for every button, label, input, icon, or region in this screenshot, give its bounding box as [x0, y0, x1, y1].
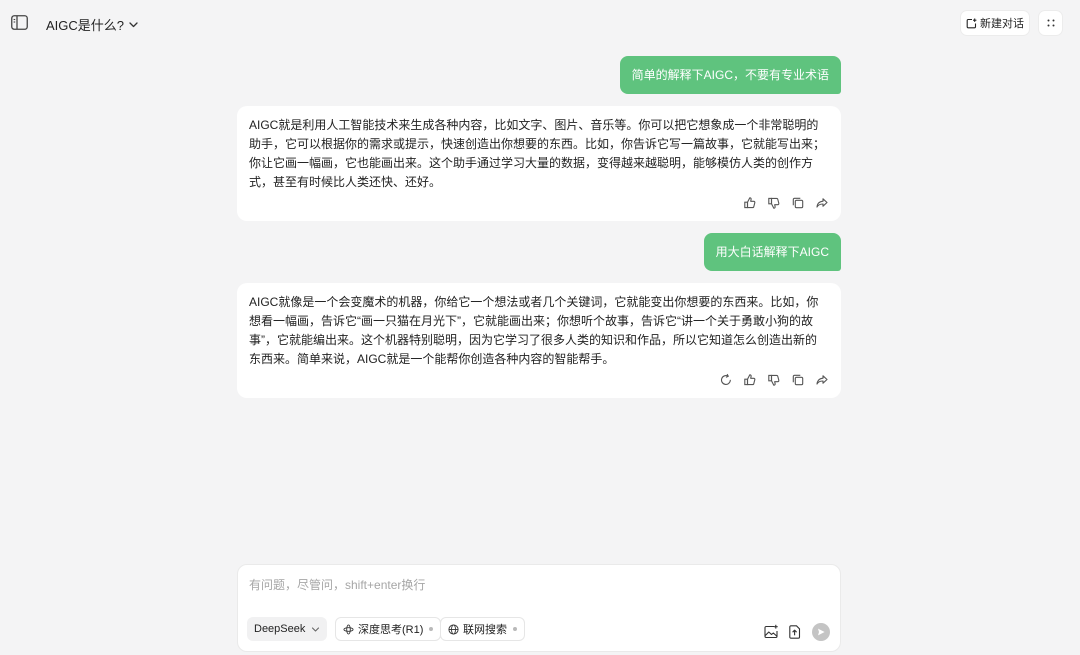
regenerate-icon[interactable] — [719, 373, 733, 387]
file-upload-icon[interactable] — [787, 624, 803, 640]
user-message: 用大白话解释下AIGC — [703, 233, 841, 271]
image-upload-icon[interactable] — [763, 624, 779, 640]
grid-dots-icon — [1047, 19, 1054, 27]
message-actions — [719, 373, 829, 387]
share-icon[interactable] — [815, 373, 829, 387]
globe-icon — [448, 623, 459, 635]
assistant-message-card: AIGC就像是一个会变魔术的机器，你给它一个想法或者几个关键词，它就能变出你想要… — [237, 283, 841, 398]
web-search-toggle[interactable]: 联网搜索 — [440, 617, 525, 641]
model-selector[interactable]: DeepSeek — [247, 617, 327, 641]
thumbs-up-icon[interactable] — [743, 373, 757, 387]
deep-think-toggle[interactable]: 深度思考(R1) — [335, 617, 442, 641]
send-button[interactable] — [812, 623, 830, 641]
conversation-title[interactable]: AIGC是什么? — [46, 15, 124, 34]
assistant-message-text: AIGC就像是一个会变魔术的机器，你给它一个想法或者几个关键词，它就能变出你想要… — [249, 295, 819, 366]
web-search-label: 联网搜索 — [463, 624, 507, 636]
thumbs-down-icon[interactable] — [767, 373, 781, 387]
assistant-message-card: AIGC就是利用人工智能技术来生成各种内容，比如文字、图片、音乐等。你可以把它想… — [237, 106, 841, 221]
new-chat-label: 新建对话 — [980, 18, 1024, 30]
send-icon — [818, 628, 825, 636]
copy-icon[interactable] — [791, 196, 805, 210]
share-icon[interactable] — [815, 196, 829, 210]
model-label: DeepSeek — [254, 623, 306, 635]
message-composer: DeepSeek 深度思考(R1) 联网搜索 — [237, 564, 841, 652]
top-bar: AIGC是什么? 新建对话 — [0, 0, 1080, 46]
user-message: 简单的解释下AIGC，不要有专业术语 — [619, 56, 841, 94]
deep-think-label: 深度思考(R1) — [358, 624, 424, 636]
toggle-status-dot — [429, 627, 434, 631]
copy-icon[interactable] — [791, 373, 805, 387]
message-actions — [743, 196, 829, 210]
new-chat-button[interactable]: 新建对话 — [960, 10, 1030, 36]
thumbs-up-icon[interactable] — [743, 196, 757, 210]
toggle-status-dot — [513, 627, 517, 631]
chat-input[interactable] — [249, 575, 809, 595]
thumbs-down-icon[interactable] — [767, 196, 781, 210]
atom-icon — [343, 623, 354, 635]
new-chat-icon — [966, 18, 977, 28]
apps-menu-button[interactable] — [1038, 10, 1063, 36]
sidebar-toggle-icon[interactable] — [11, 15, 28, 30]
chevron-down-icon[interactable] — [128, 17, 139, 28]
assistant-message-text: AIGC就是利用人工智能技术来生成各种内容，比如文字、图片、音乐等。你可以把它想… — [249, 118, 826, 189]
chevron-down-icon — [312, 626, 320, 632]
